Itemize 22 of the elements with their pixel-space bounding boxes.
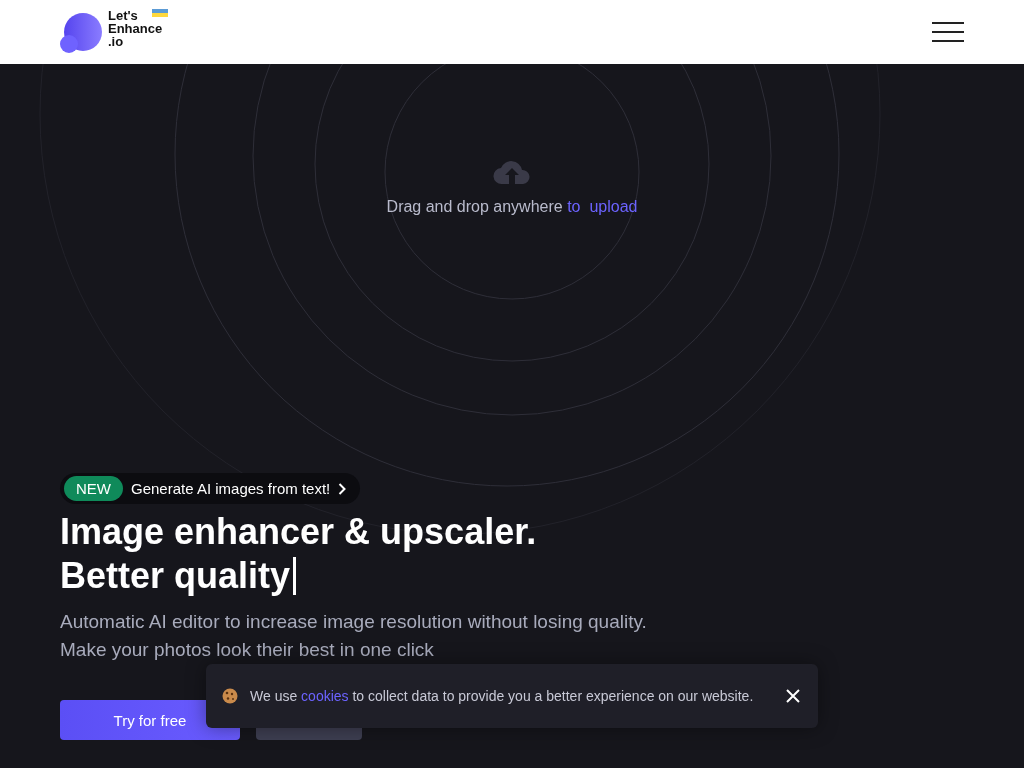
headline: Better quality — [60, 554, 291, 598]
menu-icon[interactable] — [932, 22, 964, 42]
upload-cloud-icon — [492, 158, 532, 186]
description: Make your photos look their best in one click — [60, 638, 435, 662]
chevron-right-icon — [338, 482, 347, 495]
upload-hint: Drag and drop anywhere — [386, 198, 563, 215]
promo-pill[interactable]: NEW Generate AI images from text! — [60, 473, 361, 504]
logo-text[interactable]: Enhance — [108, 22, 163, 35]
new-badge: NEW — [64, 476, 123, 501]
logo-text[interactable]: Let's — [108, 9, 138, 22]
cookie-icon — [222, 688, 238, 704]
logo-text[interactable]: .io — [108, 35, 124, 48]
promo-text: Generate AI images from text! — [131, 480, 331, 497]
upload-link[interactable]: to upload — [567, 198, 638, 215]
cookies-link[interactable]: cookies — [301, 688, 349, 704]
cookie-notice: We use cookies to collect data to provide you a better experience on our website. — [250, 688, 755, 704]
logo-icon[interactable] — [60, 13, 102, 55]
headline: Image enhancer & upscaler. — [60, 510, 537, 554]
flag-icon — [152, 9, 168, 17]
description: Automatic AI editor to increase image resolution without losing quality. — [60, 610, 648, 634]
close-icon[interactable] — [786, 689, 800, 703]
text-cursor — [293, 557, 297, 595]
